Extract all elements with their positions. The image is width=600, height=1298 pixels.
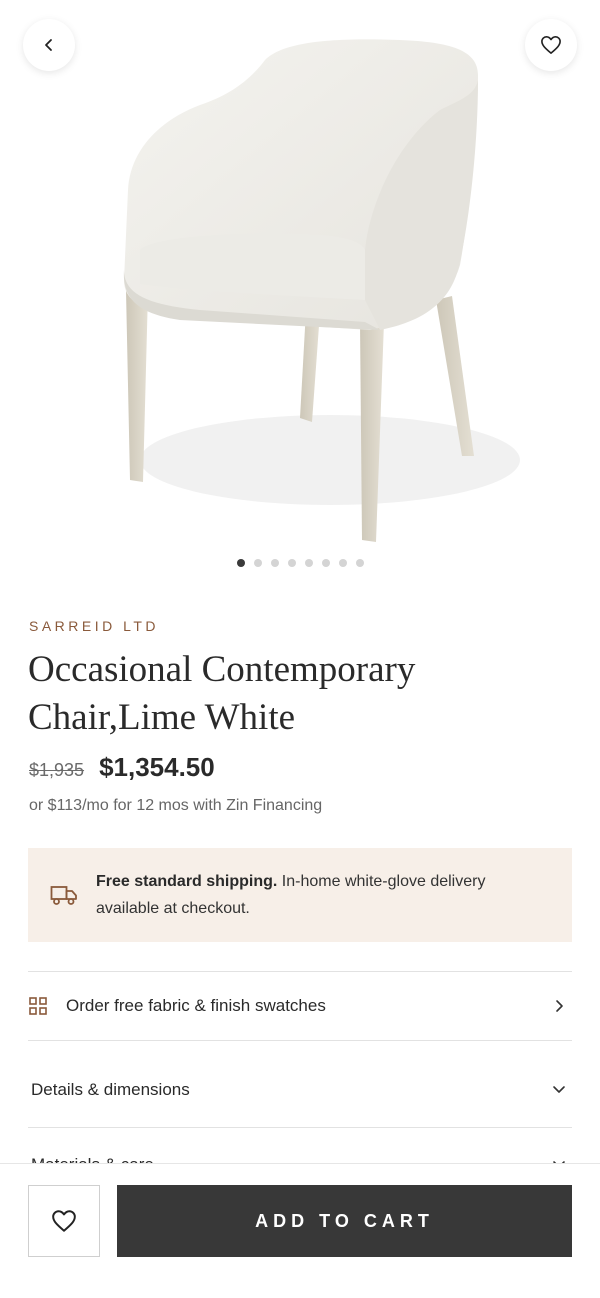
grid-icon bbox=[29, 997, 47, 1015]
chevron-right-icon bbox=[556, 1000, 563, 1012]
heart-outline-icon bbox=[541, 36, 561, 54]
chevron-left-icon bbox=[45, 39, 52, 51]
original-price: $1,935 bbox=[29, 760, 85, 780]
brand-name[interactable]: SARREID LTD bbox=[29, 618, 159, 634]
swatches-label: Order free fabric & finish swatches bbox=[66, 996, 326, 1015]
heart-outline-icon bbox=[52, 1210, 76, 1232]
financing-text[interactable]: or $113/mo for 12 mos with Zin Financing bbox=[29, 797, 322, 815]
pagination-dot[interactable] bbox=[321, 559, 330, 567]
price-row: $1,935 $1,354.50 bbox=[29, 752, 215, 783]
shipping-text: Free standard shipping. In-home white-gl… bbox=[96, 868, 506, 922]
back-button[interactable] bbox=[23, 19, 75, 71]
product-image-gallery[interactable] bbox=[0, 0, 600, 590]
sale-price: $1,354.50 bbox=[99, 752, 215, 782]
divider bbox=[28, 971, 572, 972]
wishlist-button[interactable] bbox=[28, 1185, 100, 1257]
pagination-dot[interactable] bbox=[270, 559, 279, 567]
pagination-dot[interactable] bbox=[253, 559, 262, 567]
gallery-pagination bbox=[0, 559, 600, 567]
truck-icon bbox=[50, 886, 77, 905]
product-title: Occasional Contemporary Chair,Lime White bbox=[28, 649, 416, 738]
pagination-dot[interactable] bbox=[338, 559, 347, 567]
pagination-dot[interactable] bbox=[236, 559, 245, 567]
divider bbox=[28, 1127, 572, 1128]
details-label: Details & dimensions bbox=[31, 1080, 190, 1099]
pagination-dot[interactable] bbox=[304, 559, 313, 567]
add-to-cart-button[interactable]: ADD TO CART bbox=[117, 1185, 572, 1257]
sticky-cart-bar: ADD TO CART bbox=[0, 1163, 600, 1298]
divider bbox=[28, 1040, 572, 1041]
product-image-chair bbox=[123, 39, 520, 542]
chevron-down-icon bbox=[553, 1086, 565, 1093]
shipping-headline: Free standard shipping. bbox=[96, 873, 278, 890]
order-swatches-row[interactable]: Order free fabric & finish swatches bbox=[28, 985, 572, 1027]
details-dimensions-accordion[interactable]: Details & dimensions bbox=[28, 1069, 572, 1111]
favorite-button[interactable] bbox=[525, 19, 577, 71]
shipping-banner: Free standard shipping. In-home white-gl… bbox=[28, 848, 572, 942]
pagination-dot[interactable] bbox=[355, 559, 364, 567]
pagination-dot[interactable] bbox=[287, 559, 296, 567]
